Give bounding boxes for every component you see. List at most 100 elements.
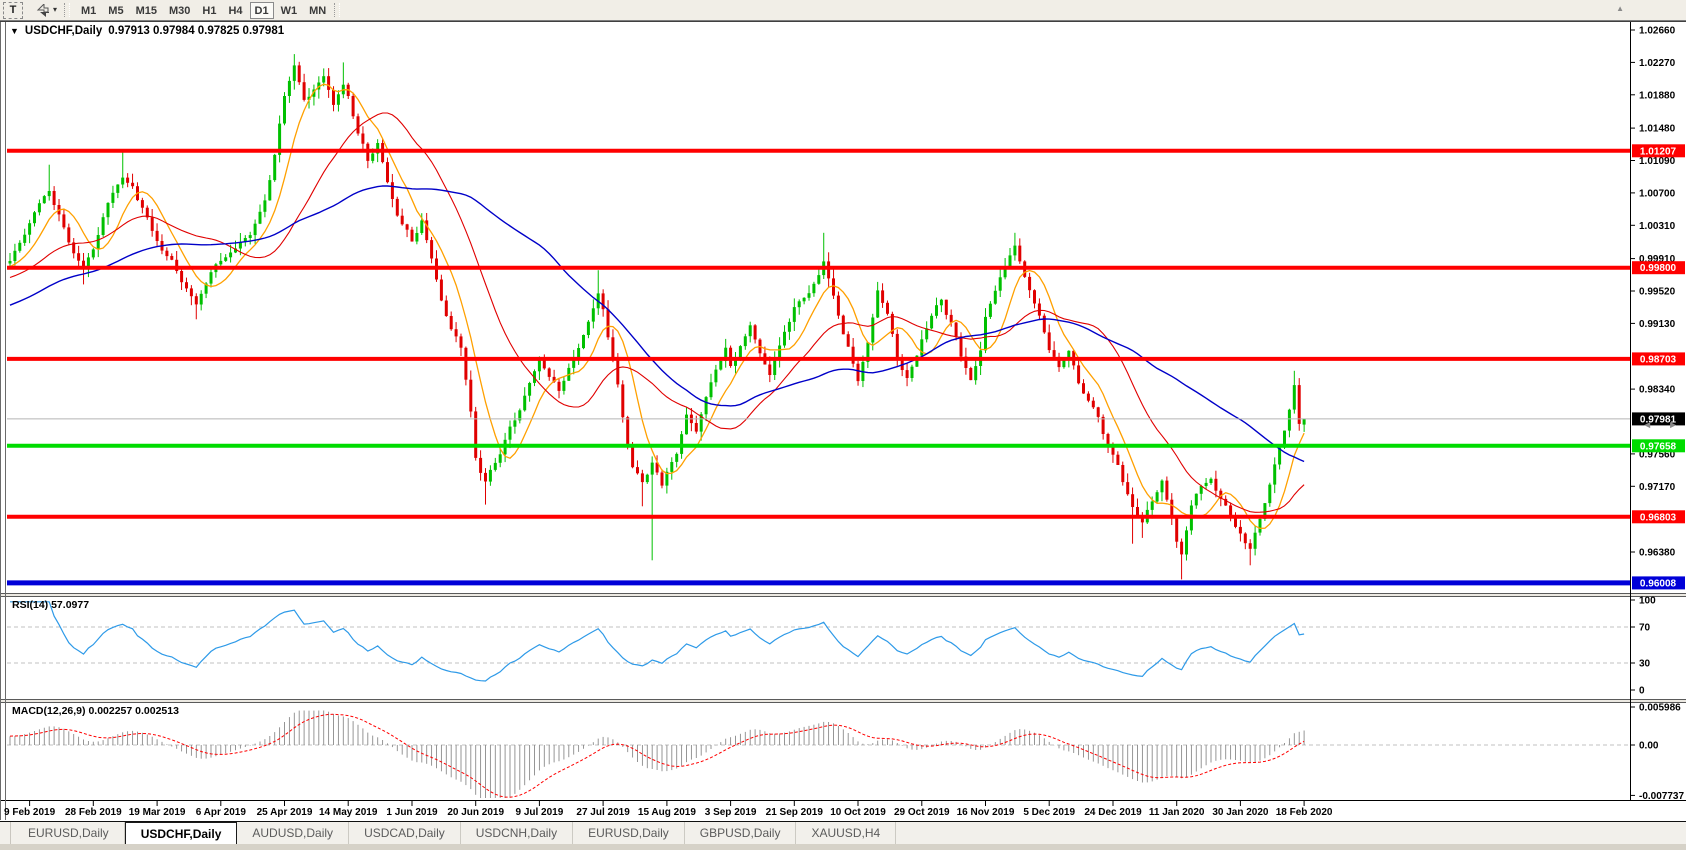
candle-body bbox=[450, 316, 453, 329]
candle-body bbox=[1062, 360, 1065, 367]
candle-body bbox=[396, 199, 399, 216]
candle-body bbox=[940, 300, 943, 306]
timeframe-button-m30[interactable]: M30 bbox=[164, 2, 195, 19]
chart-tab-eurusd-daily[interactable]: EURUSD,Daily bbox=[13, 822, 125, 844]
candle-body bbox=[523, 396, 526, 411]
candle-body bbox=[906, 370, 909, 378]
chart-tab-usdchf-daily[interactable]: USDCHF,Daily bbox=[125, 822, 238, 844]
status-strip bbox=[0, 844, 1686, 850]
candle-body bbox=[1028, 277, 1031, 290]
candle-body bbox=[1156, 492, 1159, 501]
candle-body bbox=[925, 328, 928, 339]
timeframe-button-d1[interactable]: D1 bbox=[250, 2, 274, 19]
timeframe-buttons: M1M5M15M30H1H4D1W1MN bbox=[75, 1, 332, 20]
date-label: 28 Feb 2019 bbox=[65, 807, 122, 818]
price-chart[interactable]: 1.026601.022701.018801.014801.010901.007… bbox=[0, 0, 1686, 850]
chart-tab-usdcnh-daily[interactable]: USDCNH,Daily bbox=[461, 822, 573, 844]
candle-body bbox=[268, 180, 271, 200]
timeframe-button-h4[interactable]: H4 bbox=[223, 2, 247, 19]
date-label: 3 Sep 2019 bbox=[705, 807, 757, 818]
candle-body bbox=[812, 284, 815, 293]
candle-body bbox=[327, 76, 330, 90]
candle-body bbox=[170, 256, 173, 260]
candle-body bbox=[411, 230, 414, 242]
candle-body bbox=[430, 240, 433, 258]
candle-body bbox=[13, 251, 16, 261]
candle-body bbox=[1175, 518, 1178, 542]
candle-body bbox=[974, 366, 977, 380]
candle-body bbox=[38, 203, 41, 212]
candle-body bbox=[626, 417, 629, 444]
candle-body bbox=[955, 323, 958, 337]
candle-body bbox=[332, 90, 335, 105]
chart-tab-eurusd-daily[interactable]: EURUSD,Daily bbox=[573, 822, 685, 844]
toolbar-grip[interactable] bbox=[64, 3, 70, 17]
timeframe-button-m5[interactable]: M5 bbox=[103, 2, 128, 19]
candle-body bbox=[489, 470, 492, 482]
arrange-windows-button[interactable]: ▾ bbox=[31, 2, 62, 19]
candle-body bbox=[832, 278, 835, 295]
candle-body bbox=[631, 445, 634, 468]
timeframe-button-m15[interactable]: M15 bbox=[131, 2, 162, 19]
candle-body bbox=[1053, 350, 1056, 357]
tab-scroll-left-icon[interactable]: ◄ bbox=[1642, 420, 1652, 431]
timeframe-button-w1[interactable]: W1 bbox=[276, 2, 303, 19]
candle-body bbox=[165, 251, 168, 256]
candle-body bbox=[121, 178, 124, 185]
candle-body bbox=[1131, 494, 1134, 507]
timeframe-button-mn[interactable]: MN bbox=[304, 2, 331, 19]
candle-body bbox=[460, 336, 463, 347]
candle-body bbox=[156, 231, 159, 241]
candle-body bbox=[611, 337, 614, 360]
candle-body bbox=[1102, 417, 1105, 434]
candle-body bbox=[1048, 332, 1051, 350]
candle-body bbox=[896, 334, 899, 359]
date-label: 18 Feb 2020 bbox=[1276, 807, 1333, 818]
candle-body bbox=[1151, 502, 1154, 510]
chart-tab-gbpusd-daily[interactable]: GBPUSD,Daily bbox=[685, 822, 797, 844]
candle-body bbox=[1126, 482, 1129, 494]
chart-tab-xauusd-h4[interactable]: XAUUSD,H4 bbox=[796, 822, 896, 844]
candle-body bbox=[474, 411, 477, 458]
candle-body bbox=[1210, 479, 1213, 483]
timeframe-button-h1[interactable]: H1 bbox=[197, 2, 221, 19]
candle-body bbox=[455, 329, 458, 336]
date-label: 19 Mar 2019 bbox=[129, 807, 186, 818]
candle-body bbox=[1121, 465, 1124, 482]
date-label: 14 May 2019 bbox=[319, 807, 378, 818]
text-tool-button[interactable]: T bbox=[3, 2, 23, 19]
candle-body bbox=[886, 303, 889, 314]
candle-body bbox=[224, 257, 227, 261]
candle-body bbox=[999, 277, 1002, 290]
timeframe-button-m1[interactable]: M1 bbox=[76, 2, 101, 19]
candle-body bbox=[1259, 519, 1262, 533]
candle-body bbox=[1013, 246, 1016, 256]
candle-body bbox=[646, 475, 649, 482]
date-label: 15 Aug 2019 bbox=[638, 807, 696, 818]
candle-body bbox=[1087, 394, 1090, 401]
candle-body bbox=[930, 316, 933, 329]
tab-scroll-right-icon[interactable]: ► bbox=[1668, 420, 1678, 431]
candle-body bbox=[793, 307, 796, 322]
tabbar-grip bbox=[0, 822, 11, 844]
chart-tab-usdcad-daily[interactable]: USDCAD,Daily bbox=[349, 822, 461, 844]
candle-body bbox=[857, 364, 860, 381]
candle-body bbox=[67, 227, 70, 242]
candle-body bbox=[935, 305, 938, 316]
candle-body bbox=[621, 384, 624, 417]
chart-tab-audusd-daily[interactable]: AUDUSD,Daily bbox=[237, 822, 349, 844]
toolbar-grip[interactable] bbox=[334, 3, 340, 17]
candle-body bbox=[386, 162, 389, 182]
candle-body bbox=[102, 217, 105, 235]
candle-body bbox=[1288, 410, 1291, 431]
symbol-dropdown-icon[interactable]: ▼ bbox=[10, 26, 19, 36]
candle-body bbox=[1018, 246, 1021, 262]
toolbar: T ▾ M1M5M15M30H1H4D1W1MN bbox=[0, 0, 1686, 21]
rsi-indicator-label: RSI(14) 57.0977 bbox=[12, 599, 89, 611]
candle-body bbox=[440, 280, 443, 301]
candle-body bbox=[33, 212, 36, 223]
candle-body bbox=[371, 154, 374, 161]
toolbar-overflow-icon[interactable]: ▲ bbox=[1616, 5, 1624, 13]
candle-body bbox=[337, 94, 340, 105]
candle-body bbox=[768, 365, 771, 376]
